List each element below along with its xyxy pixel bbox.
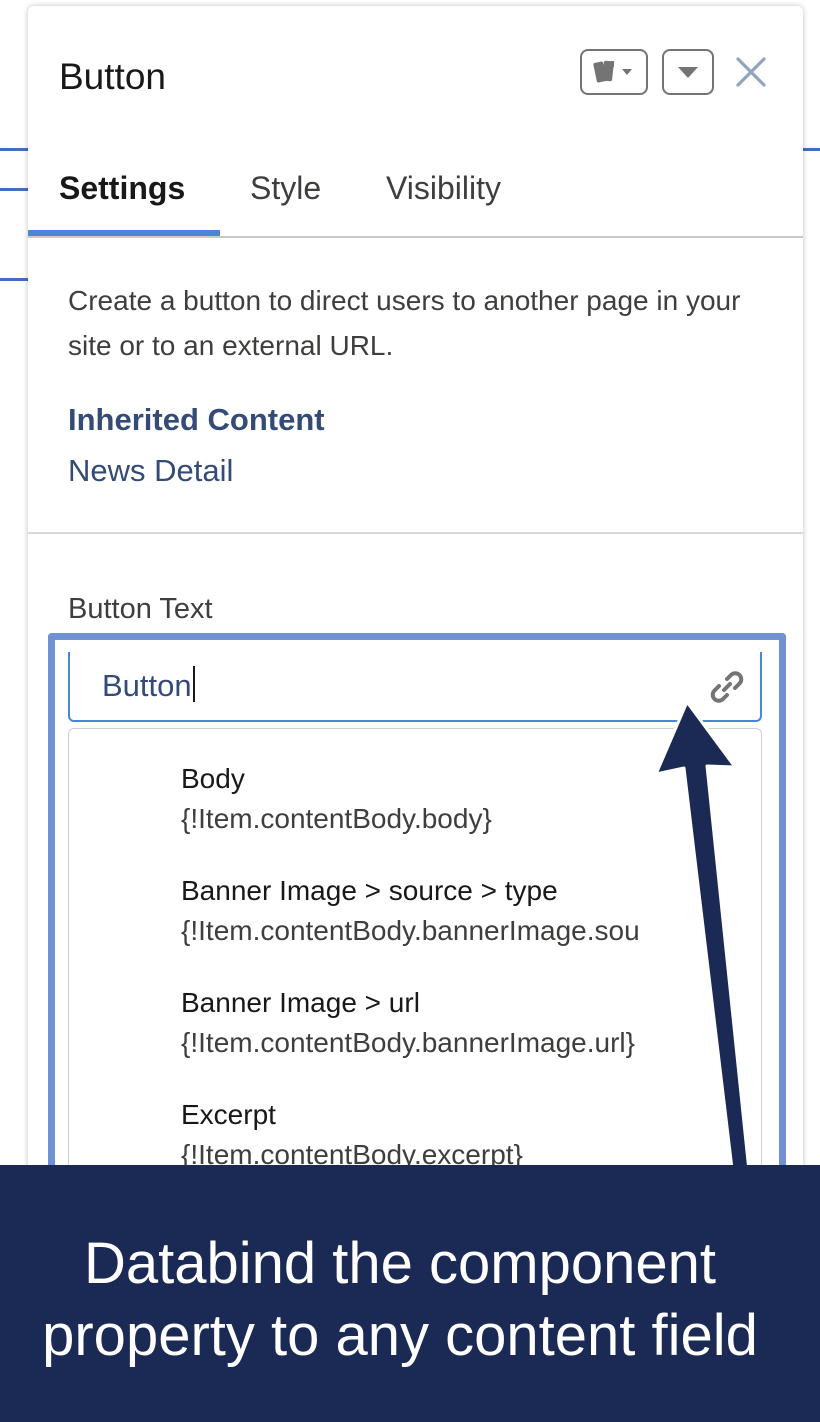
tab-visibility[interactable]: Visibility	[386, 170, 501, 207]
button-text-label: Button Text	[68, 593, 213, 625]
chevron-down-icon	[678, 67, 698, 78]
tab-bar: Settings Style Visibility	[28, 156, 803, 238]
caption-text: Databind the component property to any c…	[42, 1231, 758, 1368]
close-icon	[736, 57, 766, 87]
inherited-content-heading: Inherited Content	[68, 402, 325, 437]
panel-title: Button	[59, 56, 166, 97]
button-text-value: Button	[102, 666, 195, 704]
section-divider	[28, 532, 803, 534]
active-tab-indicator	[28, 230, 220, 236]
tab-settings[interactable]: Settings	[59, 170, 185, 207]
close-button[interactable]	[731, 52, 771, 92]
tab-style[interactable]: Style	[250, 170, 321, 207]
panel-menu-button[interactable]	[662, 49, 714, 95]
callout-arrow-icon	[654, 700, 754, 1204]
component-description: Create a button to direct users to anoth…	[68, 285, 741, 361]
inherited-content-link[interactable]: News Detail	[68, 453, 233, 489]
panel-header: Button	[28, 6, 803, 146]
variants-icon	[593, 60, 632, 83]
variants-button[interactable]	[580, 49, 648, 95]
